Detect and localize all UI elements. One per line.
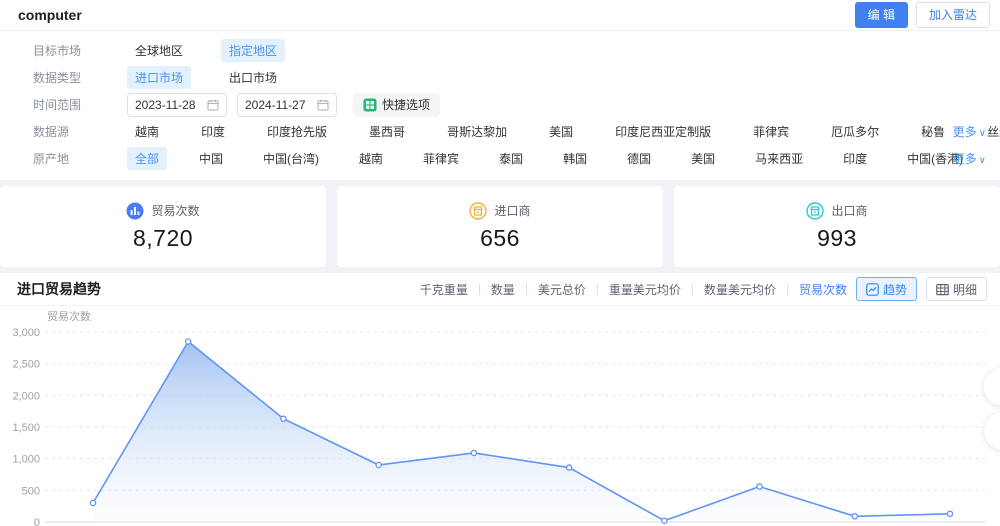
stat-label: 贸易次数 xyxy=(151,202,199,219)
data-type-options: 进口市场 出口市场 xyxy=(127,66,986,89)
metric-tab[interactable]: 数量美元均价 xyxy=(681,281,776,298)
datasource-more-link[interactable]: 更多∨ xyxy=(953,123,986,140)
page-title: computer xyxy=(18,7,82,23)
filter-row-datasource: 数据源 越南 印度 印度抢先版 墨西哥 哥斯达黎加 美国 印度尼西亚定制版 菲律宾 厄瓜多尔 秘鲁… xyxy=(0,118,1000,145)
quick-options-icon xyxy=(363,98,377,112)
end-date-value: 2024-11-27 xyxy=(245,98,306,112)
filter-option[interactable]: 墨西哥 xyxy=(361,120,413,143)
svg-text:1,000: 1,000 xyxy=(12,454,40,466)
filter-option[interactable]: 印度抢先版 xyxy=(259,120,335,143)
filter-option[interactable]: 出口市场 xyxy=(221,66,285,89)
stat-value: 8,720 xyxy=(133,225,193,252)
filter-label: 时间范围 xyxy=(33,96,95,113)
floating-button[interactable] xyxy=(984,412,1000,450)
metric-tabs: 千克重量数量美元总价重量美元均价数量美元均价贸易次数 xyxy=(420,281,847,298)
add-to-radar-button[interactable]: 加入雷达 xyxy=(916,2,990,28)
filter-option[interactable]: 韩国 xyxy=(555,147,595,170)
filter-option[interactable]: 全部 xyxy=(127,147,167,170)
filter-option[interactable]: 指定地区 xyxy=(221,39,285,62)
stat-cards: 贸易次数 8,720 进口商 656 出口商 993 xyxy=(0,186,1000,267)
start-date-input[interactable]: 2023-11-28 xyxy=(127,93,227,117)
trend-view-button[interactable]: 趋势 xyxy=(856,277,917,301)
svg-text:2,500: 2,500 xyxy=(12,359,40,371)
trend-chart[interactable]: 贸易次数05001,0001,5002,0002,5003,0002023-11… xyxy=(0,306,1000,526)
stat-card-exporters: 出口商 993 xyxy=(674,186,1000,267)
metric-tab[interactable]: 贸易次数 xyxy=(776,281,847,298)
filter-option[interactable]: 中国 xyxy=(191,147,231,170)
stat-label: 进口商 xyxy=(494,202,530,219)
filter-option[interactable]: 中国(台湾) xyxy=(255,147,327,170)
filter-label: 数据源 xyxy=(33,123,95,140)
svg-text:0: 0 xyxy=(34,517,40,526)
filter-option[interactable]: 印度 xyxy=(193,120,233,143)
filter-option[interactable]: 印度尼西亚定制版 xyxy=(607,120,719,143)
filter-option[interactable]: 美国 xyxy=(541,120,581,143)
stat-value: 993 xyxy=(817,225,857,252)
trend-view-label: 趋势 xyxy=(883,281,907,298)
area-chart: 贸易次数05001,0001,5002,0002,5003,0002023-11… xyxy=(0,306,1000,526)
filter-row-target-market: 目标市场 全球地区 指定地区 xyxy=(0,37,1000,64)
metric-tab[interactable]: 美元总价 xyxy=(515,281,586,298)
line-chart-icon xyxy=(866,283,879,296)
filter-option[interactable]: 印度尼西亚 xyxy=(995,147,1000,170)
filter-option[interactable]: 德国 xyxy=(619,147,659,170)
floating-button[interactable] xyxy=(984,368,1000,406)
svg-text:3,000: 3,000 xyxy=(12,327,40,339)
start-date-value: 2023-11-28 xyxy=(135,98,196,112)
datasource-options: 越南印度印度抢先版墨西哥哥斯达黎加美国印度尼西亚定制版菲律宾厄瓜多尔秘鲁丝绸之路… xyxy=(127,120,986,143)
quick-options-label: 快捷选项 xyxy=(382,96,430,113)
calendar-icon xyxy=(317,99,329,111)
filter-option[interactable]: 印度 xyxy=(835,147,875,170)
filter-option[interactable]: 越南 xyxy=(127,120,167,143)
quick-options-button[interactable]: 快捷选项 xyxy=(353,93,440,117)
stat-card-importers: 进口商 656 xyxy=(337,186,663,267)
svg-text:500: 500 xyxy=(22,485,40,497)
detail-view-button[interactable]: 明细 xyxy=(926,277,987,301)
target-market-options: 全球地区 指定地区 xyxy=(127,39,986,62)
edit-button[interactable]: 编 辑 xyxy=(855,2,908,28)
svg-text:贸易次数: 贸易次数 xyxy=(47,309,91,323)
stat-label: 出口商 xyxy=(831,202,867,219)
filter-option[interactable]: 哥斯达黎加 xyxy=(439,120,515,143)
filter-option[interactable]: 美国 xyxy=(683,147,723,170)
filter-row-data-type: 数据类型 进口市场 出口市场 xyxy=(0,64,1000,91)
filter-row-origin: 原产地 全部中国中国(台湾)越南菲律宾泰国韩国德国美国马来西亚印度中国(香港)印… xyxy=(0,145,1000,172)
chevron-down-icon: ∨ xyxy=(979,128,986,139)
filter-panel: 目标市场 全球地区 指定地区 数据类型 进口市场 出口市场 时间范围 2023-11… xyxy=(0,31,1000,180)
filter-option[interactable]: 菲律宾 xyxy=(745,120,797,143)
trend-panel: 进口贸易趋势 千克重量数量美元总价重量美元均价数量美元均价贸易次数 趋势 明细 … xyxy=(0,273,1000,526)
filter-option[interactable]: 秘鲁 xyxy=(913,120,953,143)
shop-icon xyxy=(469,202,487,220)
table-icon xyxy=(936,283,949,296)
origin-options: 全部中国中国(台湾)越南菲律宾泰国韩国德国美国马来西亚印度中国(香港)印度尼西亚… xyxy=(127,147,986,170)
filter-option[interactable]: 进口市场 xyxy=(127,66,191,89)
shop-icon xyxy=(806,202,824,220)
svg-text:2,000: 2,000 xyxy=(12,390,40,402)
calendar-icon xyxy=(207,99,219,111)
metric-tab[interactable]: 千克重量 xyxy=(420,281,468,298)
filter-row-date-range: 时间范围 2023-11-28 2024-11-27 快捷选项 xyxy=(0,91,1000,118)
filter-option[interactable]: 泰国 xyxy=(491,147,531,170)
filter-label: 数据类型 xyxy=(33,69,95,86)
floating-widgets[interactable] xyxy=(984,368,1000,450)
top-header: computer 编 辑 加入雷达 xyxy=(0,0,1000,31)
end-date-input[interactable]: 2024-11-27 xyxy=(237,93,337,117)
filter-option[interactable]: 马来西亚 xyxy=(747,147,811,170)
stat-card-trade-count: 贸易次数 8,720 xyxy=(0,186,326,267)
filter-label: 目标市场 xyxy=(33,42,95,59)
filter-option[interactable]: 全球地区 xyxy=(127,39,191,62)
filter-option[interactable]: 越南 xyxy=(351,147,391,170)
chevron-down-icon: ∨ xyxy=(979,155,986,166)
svg-text:1,500: 1,500 xyxy=(12,422,40,434)
metric-tab[interactable]: 数量 xyxy=(468,281,515,298)
section-title: 进口贸易趋势 xyxy=(17,279,101,299)
bar-chart-icon xyxy=(126,202,144,220)
stat-value: 656 xyxy=(480,225,520,252)
detail-view-label: 明细 xyxy=(953,281,977,298)
origin-more-link[interactable]: 更多∨ xyxy=(953,150,986,167)
metric-tab[interactable]: 重量美元均价 xyxy=(586,281,681,298)
filter-option[interactable]: 菲律宾 xyxy=(415,147,467,170)
filter-label: 原产地 xyxy=(33,150,95,167)
filter-option[interactable]: 厄瓜多尔 xyxy=(823,120,887,143)
